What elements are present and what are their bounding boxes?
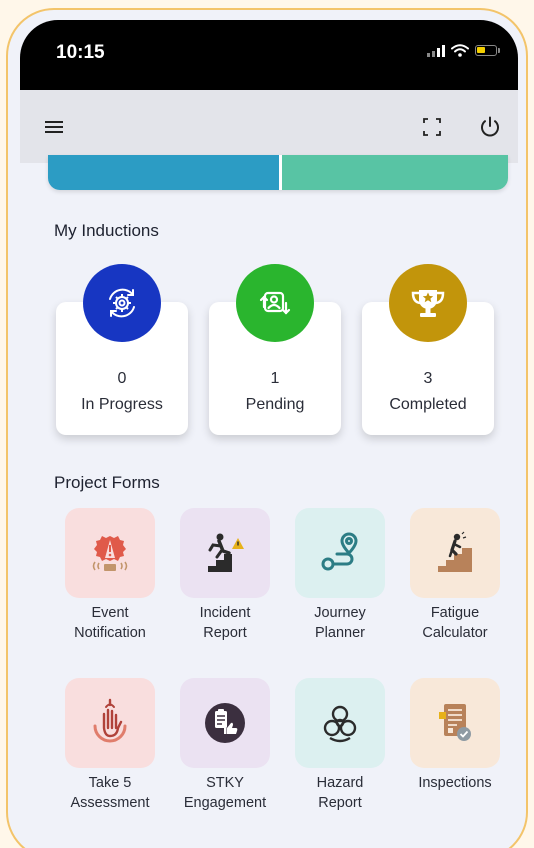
form-label: STKY Engagement <box>169 773 281 813</box>
form-label: Take 5 Assessment <box>54 773 166 813</box>
form-label-line2: Assessment <box>70 795 150 811</box>
slip-stairs-icon <box>180 508 270 598</box>
battery-icon <box>475 45 497 56</box>
form-label: Hazard Report <box>284 773 396 813</box>
form-take5-assessment[interactable]: Take 5 Assessment <box>54 678 166 813</box>
form-label-line1: Event <box>91 605 129 621</box>
project-forms-title: Project Forms <box>54 473 160 492</box>
battery-nub <box>498 48 500 53</box>
card-label: In Progress <box>81 396 163 413</box>
wifi-icon <box>451 44 469 57</box>
form-label-line1: Incident <box>199 605 251 621</box>
form-label-line2: Report <box>203 625 247 641</box>
signal-icon <box>427 44 445 57</box>
phone-frame: 10:15 My Inductions 0 In Progress 1 Pend… <box>6 8 528 848</box>
power-button[interactable] <box>470 90 510 163</box>
fullscreen-icon <box>423 117 441 136</box>
form-incident-report[interactable]: Incident Report <box>169 508 281 643</box>
alert-gear-icon <box>65 508 155 598</box>
form-journey-planner[interactable]: Journey Planner <box>284 508 396 643</box>
form-label-line2: Report <box>318 795 362 811</box>
card-label: Completed <box>389 396 467 413</box>
status-time: 10:15 <box>56 42 105 63</box>
trophy-icon <box>389 264 467 342</box>
route-pin-icon <box>295 508 385 598</box>
card-count: 1 <box>270 370 280 387</box>
form-label: Event Notification <box>54 603 166 643</box>
power-icon <box>481 116 499 136</box>
status-bar: 10:15 <box>20 20 518 90</box>
form-label-line1: STKY <box>206 775 244 791</box>
hamburger-icon <box>45 120 63 133</box>
form-label-line2: Planner <box>315 625 365 641</box>
form-label: Fatigue Calculator <box>399 603 511 643</box>
card-count: 3 <box>423 370 433 387</box>
form-stky-engagement[interactable]: STKY Engagement <box>169 678 281 813</box>
pending-user-icon <box>236 264 314 342</box>
biohazard-icon <box>295 678 385 768</box>
summary-banner[interactable] <box>48 155 508 190</box>
clipboard-thumb-icon <box>180 678 270 768</box>
form-fatigue-calculator[interactable]: Fatigue Calculator <box>399 508 511 643</box>
form-label-line2: Engagement <box>183 795 267 811</box>
form-label-line1: Fatigue <box>430 605 480 621</box>
banner-segment-left <box>48 155 279 190</box>
card-label: Pending <box>245 396 305 413</box>
form-label-line1: Inspections <box>418 775 492 791</box>
form-label: Incident Report <box>169 603 281 643</box>
form-label: Inspections <box>399 773 511 793</box>
form-label-line2: Calculator <box>422 625 488 641</box>
form-inspections[interactable]: Inspections <box>399 678 511 793</box>
form-label-line1: Journey <box>314 605 366 621</box>
form-label: Journey Planner <box>284 603 396 643</box>
hand-stop-icon <box>65 678 155 768</box>
my-inductions-title: My Inductions <box>54 221 159 240</box>
banner-segment-right <box>282 155 508 190</box>
form-label-line1: Take 5 <box>88 775 132 791</box>
process-gear-icon <box>83 264 161 342</box>
form-label-line2: Notification <box>74 625 146 641</box>
menu-button[interactable] <box>34 90 74 163</box>
form-hazard-report[interactable]: Hazard Report <box>284 678 396 813</box>
form-event-notification[interactable]: Event Notification <box>54 508 166 643</box>
inspection-form-icon <box>410 678 500 768</box>
card-count: 0 <box>117 370 127 387</box>
app-header <box>20 90 518 163</box>
tired-stairs-icon <box>410 508 500 598</box>
fullscreen-button[interactable] <box>412 90 452 163</box>
status-icons <box>427 44 500 57</box>
form-label-line1: Hazard <box>316 775 364 791</box>
